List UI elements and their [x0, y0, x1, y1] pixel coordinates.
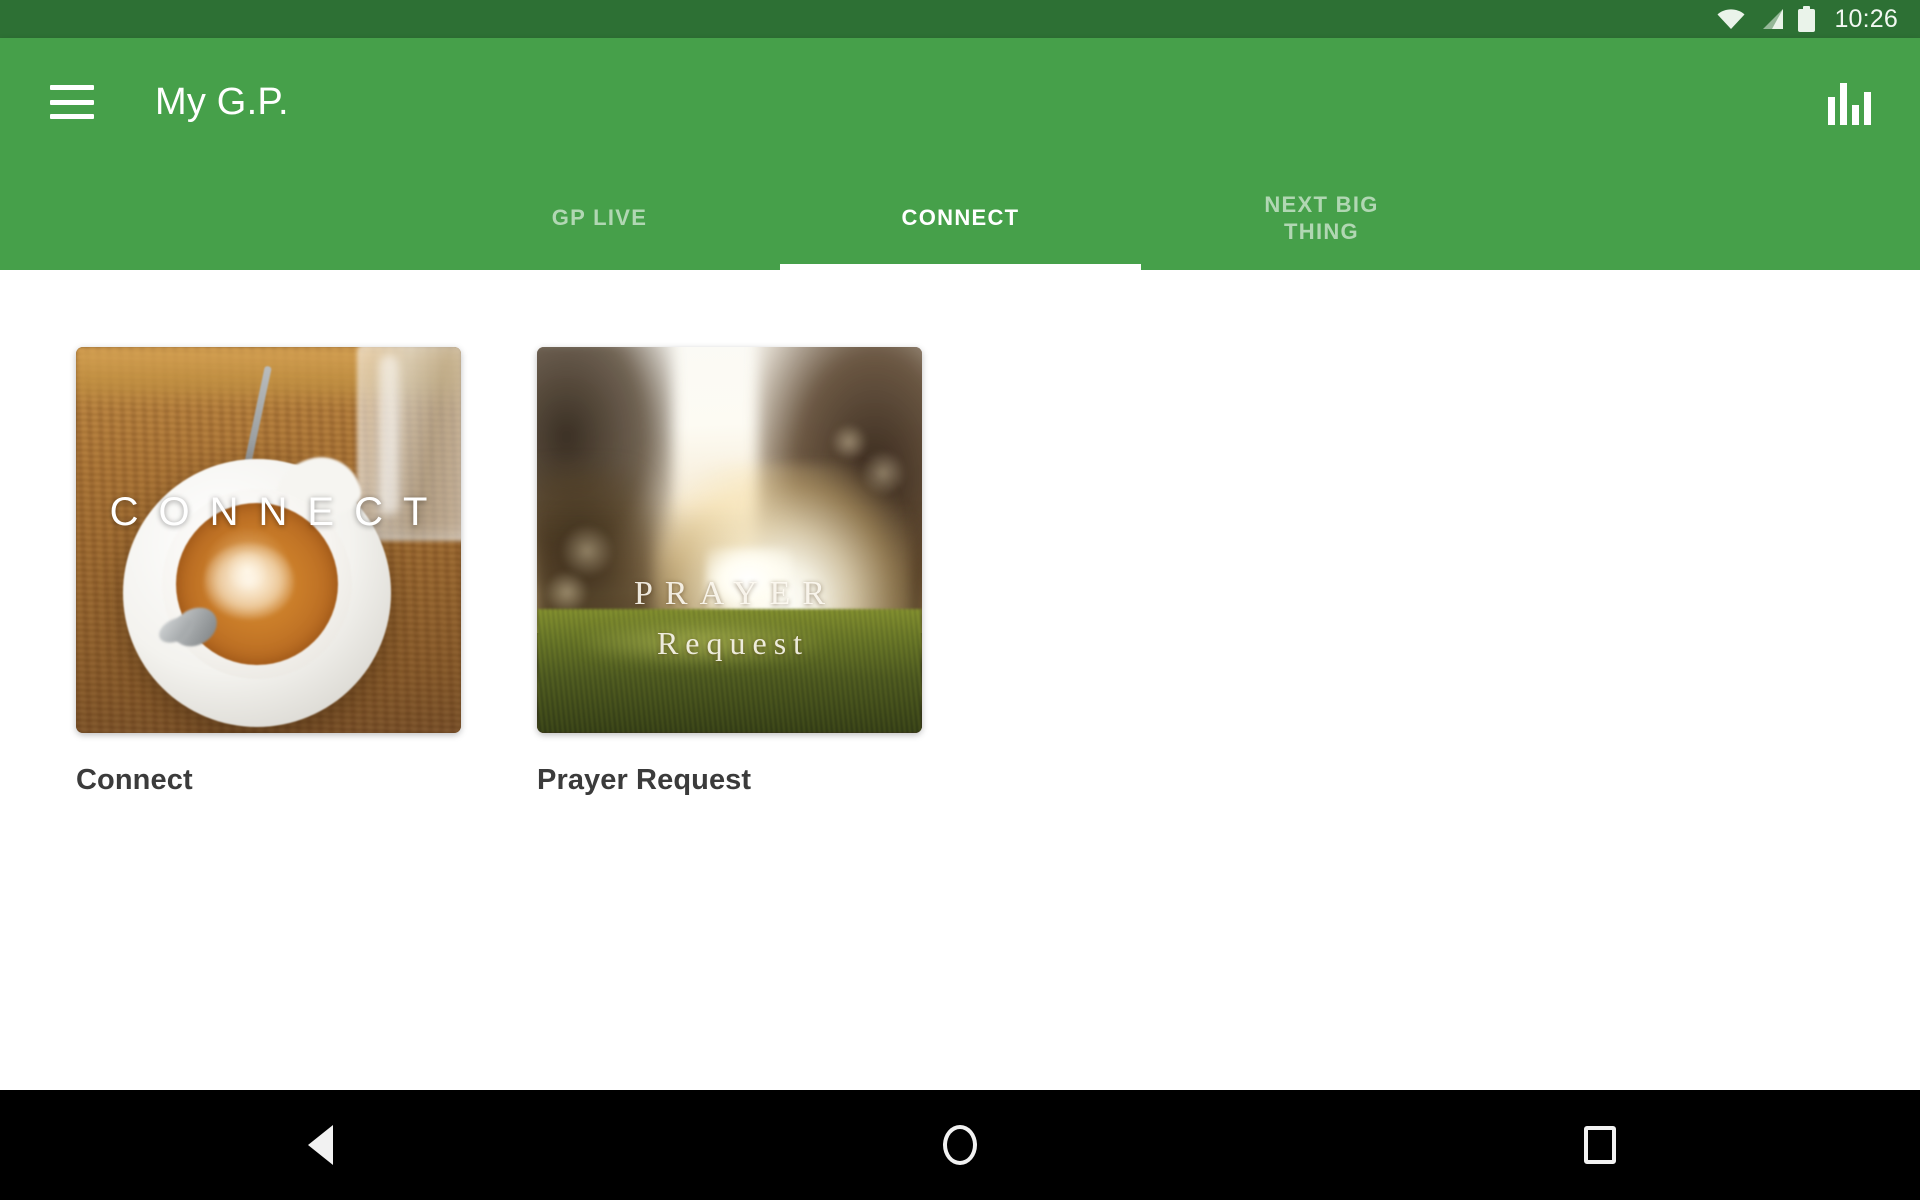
tab-connect[interactable]: CONNECT: [780, 166, 1141, 270]
card-prayer-request-title: Prayer Request: [537, 764, 752, 796]
android-navigation-bar: [0, 1090, 1920, 1200]
square-recents-icon: [1584, 1126, 1616, 1164]
status-bar-clock: 10:26: [1834, 4, 1898, 33]
bar-chart-icon[interactable]: [1826, 79, 1872, 125]
bokeh-shape: [829, 424, 868, 461]
tab-connect-label: CONNECT: [901, 205, 1020, 231]
tab-next-big-thing-label: NEXT BIG THING: [1264, 191, 1379, 245]
card-connect-overlay-text: CONNECT: [109, 490, 448, 534]
card-connect-title: Connect: [76, 764, 193, 796]
tab-gp-live[interactable]: GP LIVE: [419, 166, 780, 270]
card-connect[interactable]: CONNECT Connect: [76, 347, 461, 797]
content-area: CONNECT Connect PRAYER Request Prayer Re…: [0, 270, 1920, 1090]
triangle-back-icon: [307, 1125, 333, 1165]
card-prayer-request[interactable]: PRAYER Request Prayer Request: [537, 347, 922, 797]
app-bar: My G.P. GP LIVE CONNECT NEXT BIG THING: [0, 38, 1920, 270]
tab-next-big-thing[interactable]: NEXT BIG THING: [1141, 166, 1502, 270]
card-grid: CONNECT Connect PRAYER Request Prayer Re…: [76, 347, 922, 797]
card-prayer-request-overlay-text: PRAYER Request: [537, 575, 922, 662]
recents-button[interactable]: [1540, 1090, 1660, 1200]
card-connect-image[interactable]: CONNECT: [76, 347, 461, 733]
tab-bar: GP LIVE CONNECT NEXT BIG THING: [0, 166, 1920, 270]
home-button[interactable]: [900, 1090, 1020, 1200]
back-button[interactable]: [260, 1090, 380, 1200]
coffee-cup-artwork: [76, 347, 461, 733]
prayer-overlay-line-2: Request: [656, 625, 810, 661]
cellular-signal-icon: [1759, 8, 1785, 30]
card-prayer-request-image[interactable]: PRAYER Request: [537, 347, 922, 733]
battery-icon: [1798, 6, 1816, 32]
latte-art-shape: [204, 543, 294, 619]
tab-bar-leading-spacer: [0, 166, 419, 270]
bokeh-shape: [560, 524, 615, 577]
circle-home-icon: [943, 1125, 977, 1165]
prayer-overlay-line-1: PRAYER: [633, 575, 838, 612]
app-screen: 10:26 My G.P. GP LIVE CONNECT NEXT BIG T…: [0, 0, 1920, 1200]
wifi-icon: [1716, 8, 1746, 30]
tab-gp-live-label: GP LIVE: [551, 205, 648, 231]
status-bar: 10:26: [0, 0, 1920, 38]
hamburger-menu-icon[interactable]: [50, 85, 94, 119]
app-bar-top-row: My G.P.: [0, 38, 1920, 166]
app-title: My G.P.: [155, 80, 289, 123]
sunset-field-artwork: [537, 347, 922, 733]
status-bar-icons: 10:26: [1716, 5, 1898, 34]
